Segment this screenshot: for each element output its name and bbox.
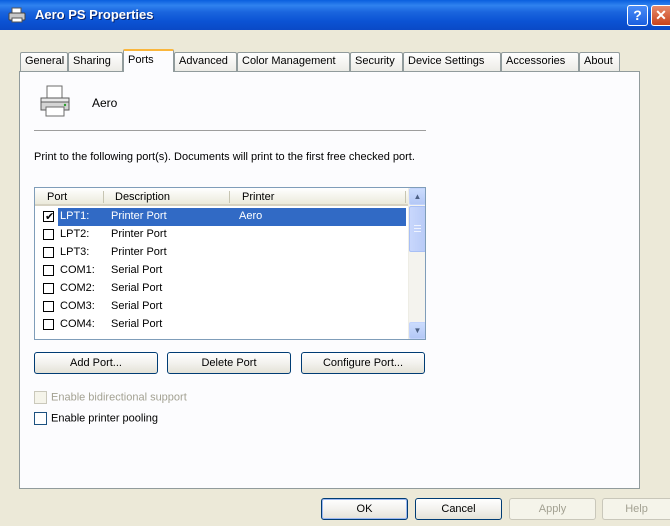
list-row[interactable]: COM2: Serial Port: [35, 280, 408, 298]
list-row[interactable]: COM3: Serial Port: [35, 298, 408, 316]
printer-icon: [8, 7, 26, 23]
column-divider[interactable]: [229, 191, 230, 203]
tab-sharing[interactable]: Sharing: [68, 52, 123, 71]
port-description: Serial Port: [111, 282, 163, 294]
port-name: COM3:: [60, 300, 95, 312]
tab-color-management[interactable]: Color Management: [237, 52, 350, 71]
tab-advanced[interactable]: Advanced: [174, 52, 237, 71]
column-divider[interactable]: [103, 191, 104, 203]
tab-ports[interactable]: Ports: [123, 49, 174, 72]
add-port-button[interactable]: Add Port...: [34, 352, 158, 374]
chevron-down-icon: ▼: [413, 326, 422, 335]
port-name: LPT3:: [60, 246, 90, 258]
tab-accessories[interactable]: Accessories: [501, 52, 579, 71]
ports-description: Print to the following port(s). Document…: [34, 151, 415, 163]
tab-device-settings[interactable]: Device Settings: [403, 52, 501, 71]
list-row[interactable]: COM4: Serial Port: [35, 316, 408, 334]
port-checkbox[interactable]: [43, 247, 54, 258]
printer-pooling-checkbox[interactable]: Enable printer pooling: [34, 412, 158, 425]
ok-button[interactable]: OK: [321, 498, 408, 520]
port-name: COM2:: [60, 282, 95, 294]
chevron-up-icon: ▲: [413, 192, 422, 201]
port-description: Printer Port: [111, 228, 167, 240]
list-header: Port Description Printer: [35, 188, 408, 206]
port-description: Serial Port: [111, 318, 163, 330]
port-checkbox[interactable]: [43, 283, 54, 294]
grip-line: [414, 228, 421, 229]
port-description: Printer Port: [111, 210, 167, 222]
apply-button[interactable]: Apply: [509, 498, 596, 520]
list-row[interactable]: LPT2: Printer Port: [35, 226, 408, 244]
window-title: Aero PS Properties: [35, 7, 154, 22]
printer-name: Aero: [92, 96, 118, 110]
bidirectional-support-checkbox[interactable]: Enable bidirectional support: [34, 391, 187, 404]
port-description: Serial Port: [111, 264, 163, 276]
checkbox-box: [34, 412, 47, 425]
tab-about[interactable]: About: [579, 52, 620, 71]
port-checkbox[interactable]: [43, 229, 54, 240]
column-header-printer[interactable]: Printer: [242, 191, 274, 203]
printer-large-icon: [40, 85, 70, 117]
column-header-description[interactable]: Description: [115, 191, 170, 203]
port-description: Printer Port: [111, 246, 167, 258]
list-row[interactable]: LPT3: Printer Port: [35, 244, 408, 262]
port-checkbox[interactable]: [43, 319, 54, 330]
port-printer: Aero: [239, 210, 263, 222]
configure-port-button[interactable]: Configure Port...: [301, 352, 425, 374]
column-header-port[interactable]: Port: [47, 191, 67, 203]
port-name: LPT2:: [60, 228, 90, 240]
tab-general[interactable]: General: [20, 52, 68, 71]
grip-line: [414, 225, 421, 226]
title-bar: Aero PS Properties ? ✕: [0, 0, 670, 30]
port-description: Serial Port: [111, 300, 163, 312]
checkbox-box: [34, 391, 47, 404]
list-row[interactable]: COM1: Serial Port: [35, 262, 408, 280]
check-icon: ✔: [45, 211, 55, 223]
port-checkbox[interactable]: [43, 265, 54, 276]
column-divider[interactable]: [405, 191, 406, 203]
scroll-thumb[interactable]: [409, 206, 425, 252]
vertical-scrollbar[interactable]: ▲ ▼: [408, 188, 425, 339]
help-title-button[interactable]: ?: [627, 5, 648, 26]
port-name: COM1:: [60, 264, 95, 276]
port-checkbox[interactable]: [43, 301, 54, 312]
port-name: LPT1:: [60, 210, 90, 222]
delete-port-button[interactable]: Delete Port: [167, 352, 291, 374]
port-name: COM4:: [60, 318, 95, 330]
list-row[interactable]: ✔ LPT1: Printer Port Aero: [35, 208, 408, 226]
separator: [34, 130, 426, 131]
tab-security[interactable]: Security: [350, 52, 403, 71]
help-button[interactable]: Help: [602, 498, 670, 520]
printer-pooling-label: Enable printer pooling: [51, 412, 159, 425]
scroll-up-button[interactable]: ▲: [409, 188, 425, 205]
cancel-button[interactable]: Cancel: [415, 498, 502, 520]
bidirectional-support-label: Enable bidirectional support: [51, 391, 187, 404]
close-button[interactable]: ✕: [651, 5, 670, 26]
port-checkbox[interactable]: ✔: [43, 211, 55, 223]
scroll-down-button[interactable]: ▼: [409, 322, 425, 339]
grip-line: [414, 231, 421, 232]
ports-list[interactable]: Port Description Printer ✔ LPT1: Printer…: [34, 187, 426, 340]
